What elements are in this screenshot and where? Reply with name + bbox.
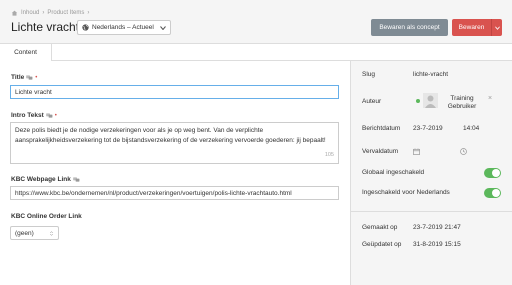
- post-date-value[interactable]: 23-7-2019: [413, 125, 443, 132]
- created-value: 23-7-2019 21:47: [413, 224, 461, 231]
- breadcrumb: Inhoud › Product Items ›: [11, 10, 89, 16]
- breadcrumb-item-inhoud[interactable]: Inhoud: [21, 10, 39, 16]
- intro-label: Intro Tekst •: [11, 112, 57, 119]
- language-select-value: Nederlands – Actueel: [92, 24, 154, 31]
- avatar: [423, 93, 438, 108]
- tab-content[interactable]: Content: [0, 44, 52, 61]
- slug-label: Slug: [362, 71, 376, 78]
- breadcrumb-separator: ›: [87, 10, 90, 16]
- updated-value: 31-8-2019 15:15: [413, 241, 461, 248]
- updated-label: Geüpdatet op: [362, 241, 402, 248]
- breadcrumb-item-product-items[interactable]: Product Items: [47, 10, 84, 16]
- page-header: Inhoud › Product Items › Lichte vracht N…: [0, 0, 512, 44]
- save-as-concept-button[interactable]: Bewaren als concept: [371, 19, 448, 36]
- calendar-icon[interactable]: [413, 148, 420, 155]
- order-link-label: KBC Online Order Link: [11, 213, 82, 220]
- required-marker: •: [54, 112, 57, 119]
- chevron-down-icon: [160, 25, 166, 30]
- title-field[interactable]: Lichte vracht: [10, 85, 339, 99]
- author-label: Auteur: [362, 98, 382, 105]
- webpage-link-label: KBC Webpage Link: [11, 176, 80, 183]
- nl-enabled-label: Ingeschakeld voor Nederlands: [362, 189, 450, 196]
- chevron-down-icon: [494, 25, 500, 30]
- remove-author-icon[interactable]: ×: [488, 95, 492, 102]
- post-date-label: Berichtdatum: [362, 125, 401, 132]
- translate-icon: [73, 177, 80, 182]
- online-status-dot: [416, 99, 420, 103]
- save-button-label: Bewaren: [458, 24, 485, 31]
- order-link-select[interactable]: (geen): [10, 226, 59, 240]
- translate-icon: [45, 113, 53, 118]
- globe-icon: [82, 24, 89, 31]
- intro-text: Deze polis biedt je de nodige verzekerin…: [15, 127, 326, 144]
- global-enabled-toggle[interactable]: [484, 168, 501, 178]
- title-label-text: Title: [11, 74, 25, 81]
- save-button[interactable]: Bewaren: [452, 19, 502, 36]
- page-title: Lichte vracht: [11, 20, 80, 34]
- webpage-link-field[interactable]: https://www.kbc.be/ondernemen/nl/product…: [10, 186, 339, 200]
- required-marker: •: [35, 74, 38, 81]
- intro-label-text: Intro Tekst: [11, 112, 44, 119]
- home-icon[interactable]: [11, 10, 18, 16]
- expiry-date-label: Vervaldatum: [362, 148, 399, 155]
- nl-enabled-toggle[interactable]: [484, 188, 501, 198]
- translate-icon: [26, 75, 33, 80]
- created-label: Gemaakt op: [362, 224, 398, 231]
- global-enabled-label: Globaal ingeschakeld: [362, 169, 425, 176]
- sidebar-divider: [351, 211, 512, 212]
- slug-value[interactable]: lichte-vracht: [413, 71, 448, 78]
- save-options-toggle[interactable]: [491, 19, 502, 36]
- language-select[interactable]: Nederlands – Actueel: [77, 20, 171, 35]
- intro-textarea[interactable]: Deze polis biedt je de nodige verzekerin…: [10, 122, 339, 164]
- character-count: 105: [324, 151, 334, 158]
- order-link-label-text: KBC Online Order Link: [11, 213, 82, 220]
- webpage-link-label-text: KBC Webpage Link: [11, 176, 71, 183]
- breadcrumb-separator: ›: [42, 10, 45, 16]
- chevron-updown-icon: [50, 230, 53, 236]
- clock-icon[interactable]: [460, 148, 467, 155]
- author-name: Training Gebruiker: [447, 95, 477, 110]
- title-label: Title •: [11, 74, 37, 81]
- post-time-value[interactable]: 14:04: [463, 125, 479, 132]
- order-link-select-value: (geen): [15, 229, 34, 237]
